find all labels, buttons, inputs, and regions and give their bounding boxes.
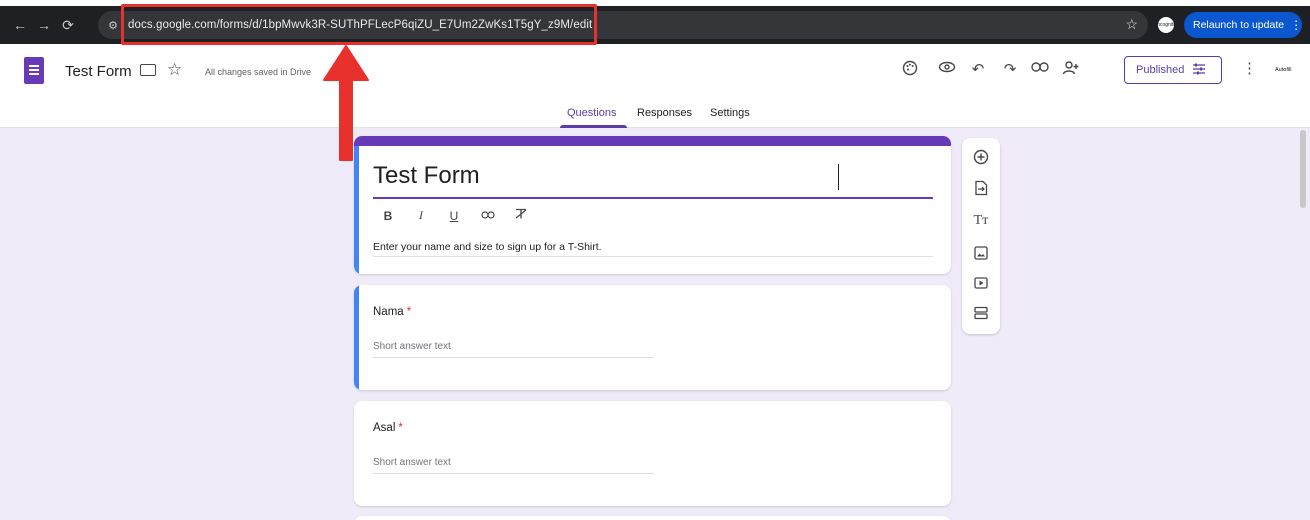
required-asterisk: *: [398, 422, 403, 434]
tune-icon: [1192, 63, 1206, 78]
person-add-icon[interactable]: [1061, 60, 1081, 80]
star-icon[interactable]: ☆: [167, 60, 182, 80]
document-title[interactable]: Test Form: [65, 63, 132, 80]
format-toolbar: B I U: [382, 208, 527, 223]
tab-questions[interactable]: Questions: [567, 107, 617, 119]
form-description[interactable]: Enter your name and size to sign up for …: [373, 241, 602, 253]
question-title[interactable]: Nama *: [373, 306, 411, 318]
address-bar[interactable]: ⚙ docs.google.com/forms/d/1bpMwvk3R-SUTh…: [98, 11, 1148, 39]
clear-formatting-icon[interactable]: [514, 208, 527, 223]
back-arrow-icon[interactable]: ←: [10, 17, 30, 33]
forward-arrow-icon[interactable]: →: [34, 17, 54, 33]
underline-icon[interactable]: U: [448, 209, 460, 223]
answer-underline: [373, 357, 654, 358]
form-tabs: Questions Responses Settings: [0, 104, 1310, 128]
link-icon[interactable]: [481, 209, 495, 223]
site-settings-icon[interactable]: ⚙: [104, 16, 122, 34]
incognito-profile-icon[interactable]: Incognito: [1155, 17, 1177, 33]
autofill-extension[interactable]: Autofill: [1275, 67, 1292, 73]
add-section-icon[interactable]: [972, 304, 990, 322]
import-questions-icon[interactable]: [972, 179, 990, 197]
url-text[interactable]: docs.google.com/forms/d/1bpMwvk3R-SUThPF…: [128, 19, 592, 31]
published-label: Published: [1136, 64, 1185, 76]
relaunch-label: Relaunch to update: [1193, 19, 1285, 31]
form-title-input[interactable]: Test Form: [373, 162, 480, 190]
short-answer-placeholder: Short answer text: [373, 457, 451, 468]
bookmark-star-icon[interactable]: ☆: [1125, 16, 1138, 33]
italic-icon[interactable]: I: [415, 208, 427, 223]
red-arrow-annotation-icon: [323, 45, 369, 161]
palette-icon[interactable]: [900, 60, 920, 80]
form-title-card[interactable]: Test Form B I U Enter your name and size…: [354, 136, 951, 274]
undo-icon[interactable]: ↶: [968, 60, 988, 78]
required-asterisk: *: [406, 306, 412, 318]
text-cursor: [838, 164, 839, 190]
relaunch-to-update-button[interactable]: Relaunch to update ⋮: [1184, 12, 1302, 38]
side-toolbar: Tт: [962, 138, 1000, 334]
google-forms-icon[interactable]: [24, 57, 44, 84]
redo-icon[interactable]: ↷: [1000, 60, 1020, 78]
eye-icon[interactable]: [937, 60, 957, 78]
save-status: All changes saved in Drive: [205, 67, 312, 77]
forms-header: Test Form ☆ All changes saved in Drive ↶…: [0, 44, 1310, 128]
question-card-partial[interactable]: [354, 516, 951, 520]
add-title-icon[interactable]: Tт: [972, 212, 990, 230]
description-underline: [373, 256, 933, 257]
screenshot: ← → ⟳ ⚙ docs.google.com/forms/d/1bpMwvk3…: [0, 0, 1310, 520]
link-icon[interactable]: [1030, 60, 1050, 77]
tab-responses[interactable]: Responses: [637, 107, 692, 119]
bold-icon[interactable]: B: [382, 209, 394, 223]
more-options-icon[interactable]: ⋮: [1242, 59, 1257, 77]
published-button[interactable]: Published: [1124, 56, 1222, 84]
profile-label: Incognito: [1155, 22, 1177, 28]
scrollbar[interactable]: [1300, 130, 1306, 208]
question-card[interactable]: Nama * Short answer text: [354, 285, 951, 390]
more-vertical-icon: ⋮: [1290, 18, 1303, 32]
question-label: Nama: [373, 306, 404, 318]
browser-toolbar: ← → ⟳ ⚙ docs.google.com/forms/d/1bpMwvk3…: [0, 6, 1310, 44]
question-title[interactable]: Asal *: [373, 422, 403, 434]
add-video-icon[interactable]: [972, 274, 990, 292]
folder-icon[interactable]: [140, 64, 156, 76]
title-underline: [373, 197, 933, 199]
question-label: Asal: [373, 422, 396, 434]
short-answer-placeholder: Short answer text: [373, 341, 451, 352]
answer-underline: [373, 473, 654, 474]
tab-settings[interactable]: Settings: [710, 107, 750, 119]
add-question-icon[interactable]: [972, 148, 990, 166]
add-image-icon[interactable]: [972, 244, 990, 262]
question-card[interactable]: Asal * Short answer text: [354, 401, 951, 506]
reload-icon[interactable]: ⟳: [58, 17, 78, 34]
